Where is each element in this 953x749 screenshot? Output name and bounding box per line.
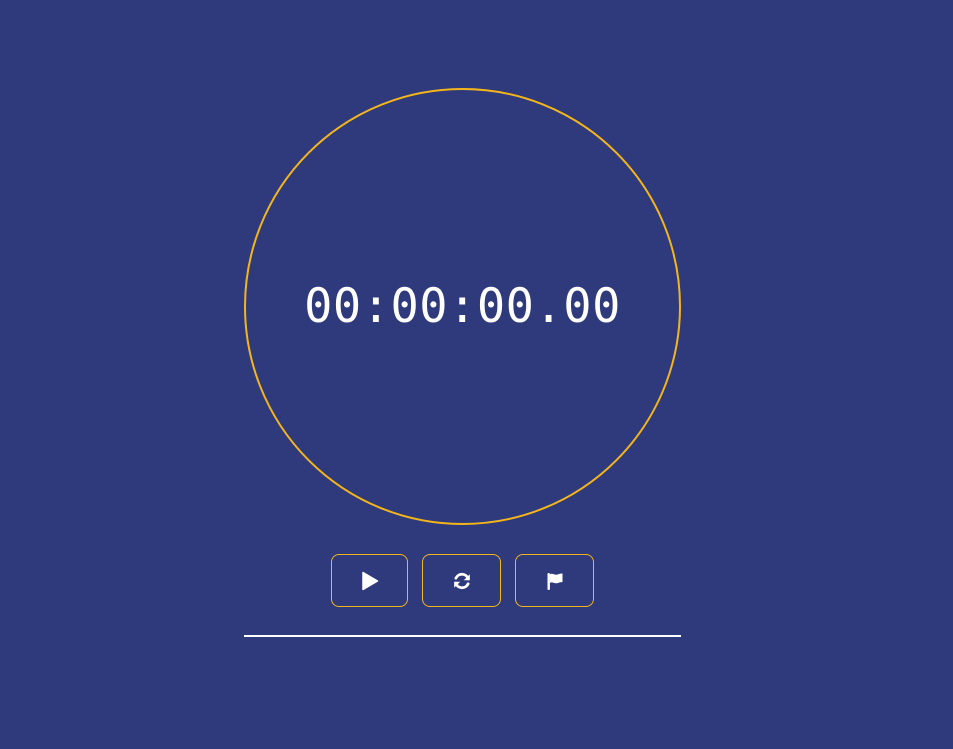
play-icon (361, 571, 379, 591)
time-display: 00:00:00.00 (304, 279, 621, 334)
divider-line (244, 635, 681, 637)
lap-button[interactable] (515, 554, 594, 607)
reset-button[interactable] (422, 554, 501, 607)
refresh-icon (452, 571, 472, 591)
stopwatch-dial: 00:00:00.00 (244, 88, 681, 525)
start-button[interactable] (331, 554, 408, 607)
flag-icon (545, 571, 565, 591)
control-bar (0, 554, 953, 607)
